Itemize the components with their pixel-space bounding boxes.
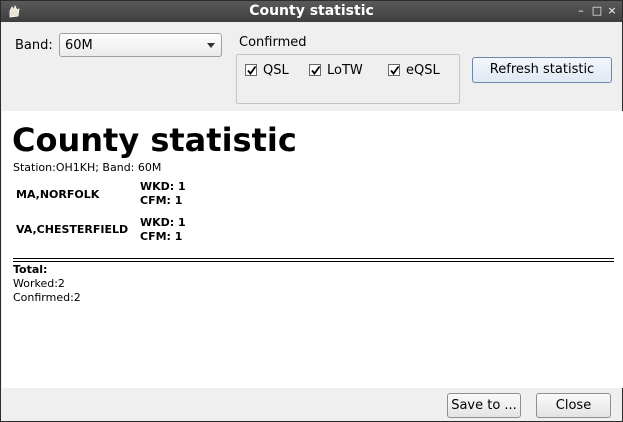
lotw-label: LoTW [327,63,363,78]
divider [13,258,614,262]
confirmed-count: CFM: 1 [140,194,183,207]
total-worked: Worked:2 [13,277,65,290]
close-window-icon[interactable]: × [605,4,619,18]
confirmed-count: CFM: 1 [140,230,183,243]
total-heading: Total: [13,263,48,276]
save-to-button[interactable]: Save to ... [447,393,521,418]
totals: Total: Worked:2 Confirmed:2 [13,263,81,305]
qsl-label: QSL [263,63,289,78]
minimize-icon[interactable]: – [574,4,588,18]
checkmark-icon [245,64,257,76]
report-title: County statistic [12,121,297,159]
total-confirmed: Confirmed:2 [13,291,81,304]
window-title: County statistic [249,3,374,19]
worked-count: WKD: 1 [140,180,186,193]
eqsl-label: eQSL [406,63,440,78]
report-subtitle: Station:OH1KH; Band: 60M [13,161,162,174]
checkmark-icon [388,64,400,76]
confirmed-label: Confirmed [239,35,307,50]
worked-count: WKD: 1 [140,216,186,229]
county-name: VA,CHESTERFIELD [16,223,129,236]
county-statistic-window: County statistic – □ × Band: 60M Confirm… [0,0,623,422]
band-value: 60M [65,38,93,53]
band-label: Band: [15,38,53,53]
county-values: WKD: 1 CFM: 1 [140,216,186,244]
checkmark-icon [309,64,321,76]
close-button[interactable]: Close [536,393,611,418]
title-bar[interactable]: County statistic – □ × [1,1,622,22]
confirmed-group [236,54,460,104]
band-select[interactable]: 60M [59,33,222,57]
chevron-down-icon [207,43,215,48]
county-values: WKD: 1 CFM: 1 [140,180,186,208]
county-name: MA,NORFOLK [16,188,100,201]
maximize-icon[interactable]: □ [590,4,604,18]
report-view[interactable]: County statistic Station:OH1KH; Band: 60… [2,111,623,388]
refresh-statistic-button[interactable]: Refresh statistic [472,57,612,83]
